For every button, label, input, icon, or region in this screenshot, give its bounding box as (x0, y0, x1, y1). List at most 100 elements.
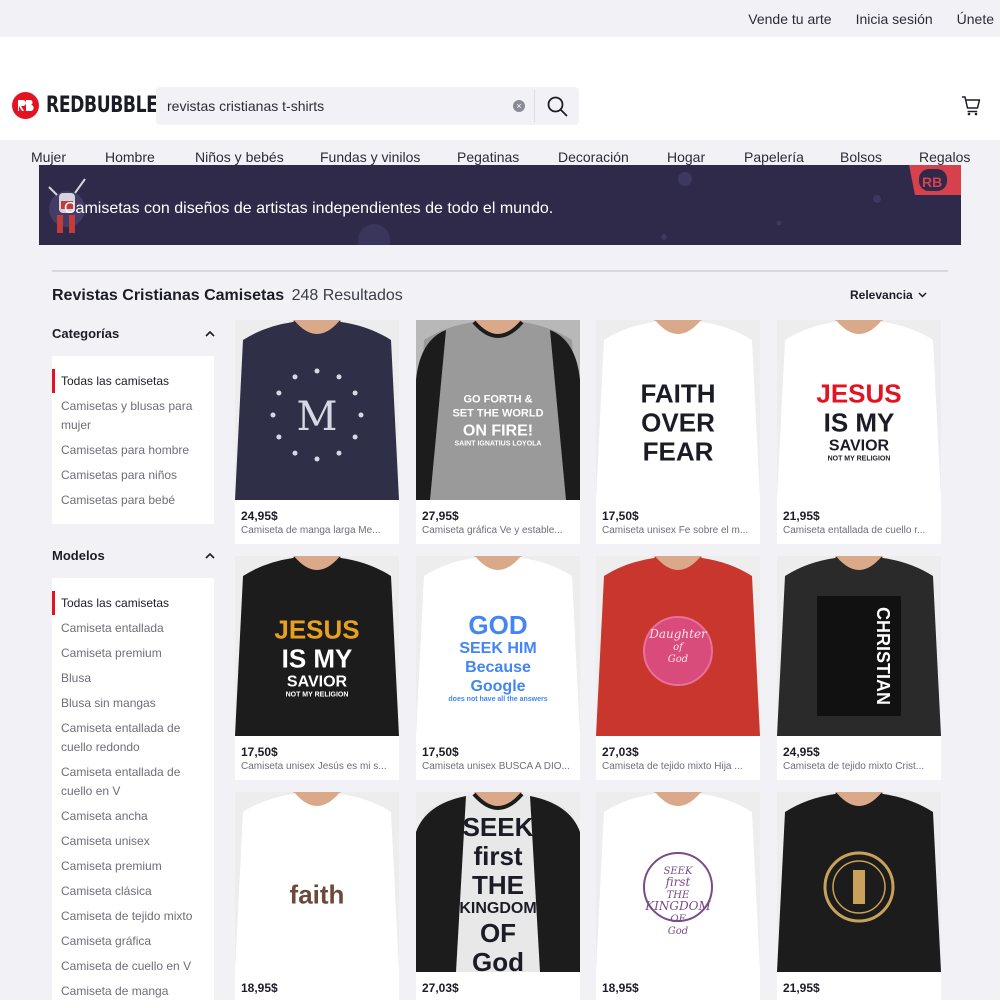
product-card[interactable]: GO FORTH & SET THE WORLD ON FIRE! SAINT IGN… (416, 320, 580, 544)
search-bar: × (156, 87, 579, 125)
brand-name: REDBUBBLE (46, 93, 158, 118)
product-title[interactable]: Camiseta de tejido mixto Crist... (783, 761, 935, 772)
product-image-wrap[interactable]: Daughter of God (596, 556, 760, 736)
svg-text:God: God (668, 926, 688, 937)
product-title[interactable]: Camiseta unisex Jesús es mi s... (241, 761, 393, 772)
category-item[interactable]: Camisetas para bebé (61, 491, 208, 510)
svg-text:Daughter: Daughter (648, 627, 708, 641)
model-item[interactable]: Camiseta premium (61, 644, 208, 663)
svg-text:OVER: OVER (641, 408, 715, 438)
product-image: GO FORTH & SET THE WORLD ON FIRE!SAINT IGN… (416, 320, 580, 500)
model-item[interactable]: Camiseta unisex (61, 832, 208, 851)
product-image-wrap[interactable]: FAITH OVER FEAR (596, 320, 760, 500)
product-image: DaughterofGod (596, 556, 760, 736)
model-item[interactable]: Todas las camisetas (61, 594, 208, 613)
nav-item-papeleria[interactable]: Papelería (744, 149, 804, 165)
svg-text:OF: OF (670, 914, 686, 925)
svg-text:faith: faith (290, 880, 345, 910)
svg-text:SAVIOR: SAVIOR (829, 438, 890, 455)
search-button[interactable] (535, 87, 579, 125)
product-image-wrap[interactable]: SEEK first THE KINGDOM OF God (416, 792, 580, 972)
nav-item-bolsos[interactable]: Bolsos (840, 149, 882, 165)
product-title[interactable]: Camiseta unisex BUSCA A DIO... (422, 761, 574, 772)
model-item[interactable]: Camiseta de manga (61, 982, 208, 1000)
product-price: 24,95$ (241, 509, 278, 523)
nav-item-mujer[interactable]: Mujer (31, 149, 66, 165)
cart-button[interactable] (961, 95, 982, 121)
product-card[interactable]: GOD SEEK HIM Because Google does not have al… (416, 556, 580, 780)
product-image-wrap[interactable]: GO FORTH & SET THE WORLD ON FIRE! SAINT IGN… (416, 320, 580, 500)
nav-item-ninos[interactable]: Niños y bebés (195, 149, 284, 165)
category-item[interactable]: Camisetas y blusas para mujer (61, 397, 208, 435)
product-title[interactable]: Camiseta de tejido mixto Hija ... (602, 761, 754, 772)
product-card[interactable]: Daughter of God 27,03$ Camiseta de tejido mi… (596, 556, 760, 780)
product-image-wrap[interactable]: CHRISTIAN (777, 556, 941, 736)
model-item[interactable]: Camiseta entallada de cuello en V (61, 763, 208, 801)
product-title[interactable]: Camiseta entallada de cuello r... (783, 525, 935, 536)
promo-banner[interactable]: RB Camisetas con diseños de artistas ind… (39, 165, 961, 245)
clear-search-icon[interactable]: × (513, 100, 525, 112)
product-card[interactable]: FAITH OVER FEAR 17,50$ Camiseta unisex Fe so… (596, 320, 760, 544)
sell-art-link[interactable]: Vende tu arte (748, 11, 831, 27)
model-item[interactable]: Camiseta entallada (61, 619, 208, 638)
category-item[interactable]: Camisetas para hombre (61, 441, 208, 460)
model-item[interactable]: Camiseta clásica (61, 882, 208, 901)
nav-item-hogar[interactable]: Hogar (667, 149, 705, 165)
product-card[interactable]: CHRISTIAN 24,95$ Camiseta de tejido mixto … (777, 556, 941, 780)
sort-dropdown[interactable]: Relevancia (850, 288, 927, 302)
product-price: 21,95$ (783, 981, 820, 995)
signup-link[interactable]: Únete (957, 11, 994, 27)
product-price: 18,95$ (241, 981, 278, 995)
svg-text:SET THE WORLD: SET THE WORLD (452, 408, 543, 420)
product-card[interactable]: SEEK first THE KINGDOM OF God 27,03$ (416, 792, 580, 1000)
product-title[interactable]: Camiseta de manga larga Me... (241, 525, 393, 536)
category-item[interactable]: Camisetas para niños (61, 466, 208, 485)
product-image-wrap[interactable] (777, 792, 941, 972)
category-item[interactable]: Todas las camisetas (61, 372, 208, 391)
categories-header[interactable]: Categorías (52, 326, 215, 341)
chevron-up-icon (205, 330, 215, 337)
product-card[interactable]: JESUS IS MY SAVIOR NOT MY RELIGION 17,50$ Cam… (235, 556, 399, 780)
product-card[interactable]: JESUS IS MY SAVIOR NOT MY RELIGION 21,95$ Cam… (777, 320, 941, 544)
product-card[interactable]: faith 18,95$ (235, 792, 399, 1000)
product-image-wrap[interactable]: JESUS IS MY SAVIOR NOT MY RELIGION (235, 556, 399, 736)
nav-item-decoracion[interactable]: Decoración (558, 149, 629, 165)
svg-text:God: God (472, 947, 524, 972)
model-item[interactable]: Camiseta ancha (61, 807, 208, 826)
product-title[interactable]: Camiseta gráfica Ve y estable... (422, 525, 574, 536)
model-item[interactable]: Camiseta premium (61, 857, 208, 876)
product-price: 17,50$ (241, 745, 278, 759)
svg-text:SAVIOR: SAVIOR (287, 674, 348, 691)
model-item[interactable]: Blusa (61, 669, 208, 688)
product-image-wrap[interactable]: faith (235, 792, 399, 972)
nav-item-pegatinas[interactable]: Pegatinas (457, 149, 519, 165)
model-item[interactable]: Camiseta entallada de cuello redondo (61, 719, 208, 757)
product-card[interactable]: M 24,95$ Camiseta de manga larga Me... (235, 320, 399, 544)
svg-text:M: M (297, 394, 338, 440)
nav-item-regalos[interactable]: Regalos (919, 149, 970, 165)
models-header[interactable]: Modelos (52, 548, 215, 563)
product-title[interactable]: Camiseta unisex Fe sobre el m... (602, 525, 754, 536)
model-item[interactable]: Camiseta de cuello en V (61, 957, 208, 976)
product-image-wrap[interactable]: GOD SEEK HIM Because Google does not have al… (416, 556, 580, 736)
svg-text:Google: Google (470, 678, 525, 695)
product-card[interactable]: 21,95$ (777, 792, 941, 1000)
product-image-wrap[interactable]: M (235, 320, 399, 500)
product-card[interactable]: SEEK first THE KINGDOM OF God 18,95$ (596, 792, 760, 1000)
model-item[interactable]: Camiseta de tejido mixto (61, 907, 208, 926)
product-image: SEEKfirstTHEKINGDOMOFGod (416, 792, 580, 972)
nav-item-fundas[interactable]: Fundas y vinilos (320, 149, 420, 165)
search-input[interactable] (156, 87, 513, 125)
model-item[interactable]: Camiseta gráfica (61, 932, 208, 951)
model-item[interactable]: Blusa sin mangas (61, 694, 208, 713)
product-image-wrap[interactable]: JESUS IS MY SAVIOR NOT MY RELIGION (777, 320, 941, 500)
svg-text:NOT MY RELIGION: NOT MY RELIGION (286, 692, 349, 699)
product-image-wrap[interactable]: SEEK first THE KINGDOM OF God (596, 792, 760, 972)
svg-text:GO FORTH &: GO FORTH & (463, 394, 532, 406)
product-price: 18,95$ (602, 981, 639, 995)
svg-text:NOT MY RELIGION: NOT MY RELIGION (828, 456, 891, 463)
top-bar: Vende tu arte Inicia sesión Únete (0, 0, 1000, 37)
login-link[interactable]: Inicia sesión (856, 11, 933, 27)
nav-item-hombre[interactable]: Hombre (105, 149, 155, 165)
product-image: faith (235, 792, 399, 972)
